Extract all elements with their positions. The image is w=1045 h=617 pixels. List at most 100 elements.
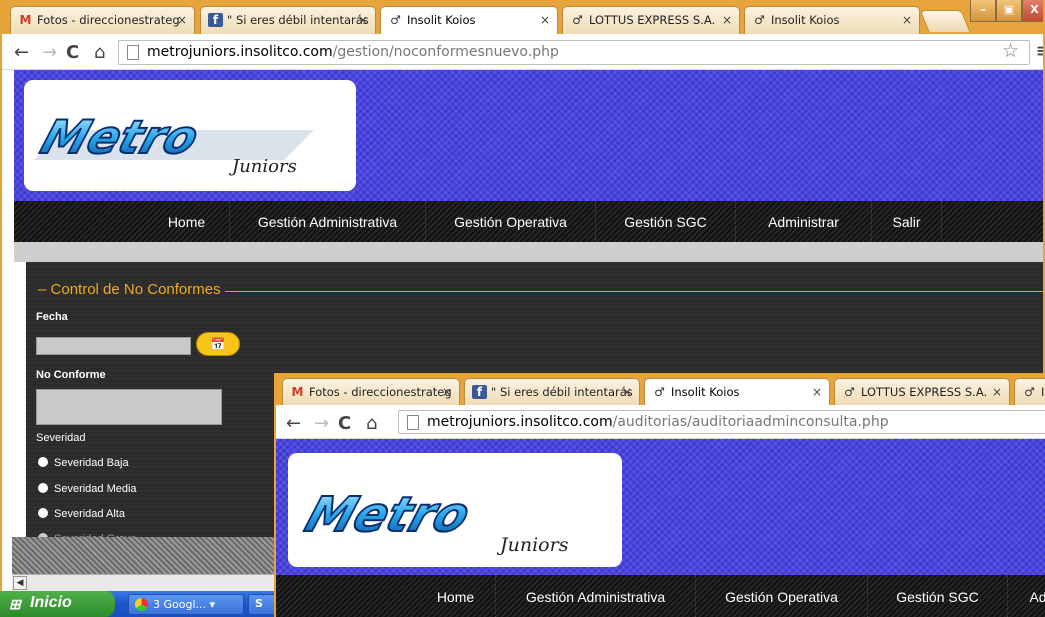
radio-severidad-baja[interactable]: Severidad Baja <box>38 457 129 469</box>
maximize-button[interactable]: ▣ <box>996 0 1022 22</box>
tab-insolit-koios-2[interactable]: ♂ Insolit Koios × <box>744 6 920 34</box>
radio-label: Severidad Alta <box>54 508 125 520</box>
back-arrow-icon[interactable]: ← <box>286 413 301 434</box>
no-conforme-label: No Conforme <box>36 369 106 381</box>
url-path: /auditorias/auditoriaadminconsulta.php <box>612 414 889 430</box>
tab-lottus-express[interactable]: ♂ LOTTUS EXPRESS S.A. × <box>834 378 1010 405</box>
tab-label: Fotos - direccionestrateg <box>309 385 452 399</box>
close-icon[interactable]: × <box>812 385 822 399</box>
nav-gestion-operativa[interactable]: Gestión Operativa <box>426 201 596 242</box>
close-icon[interactable]: × <box>722 13 732 27</box>
chrome-icon <box>135 598 148 611</box>
desktop-background <box>12 537 274 574</box>
windows-taskbar: ⊞ Inicio 3 Googl... ▾ S <box>0 591 278 617</box>
no-conforme-textarea[interactable] <box>36 389 222 425</box>
spacer-band <box>14 242 1043 262</box>
radio-icon <box>38 508 48 518</box>
reload-icon[interactable]: C <box>338 413 351 434</box>
tab-label: LOTTUS EXPRESS S.A. <box>589 13 716 27</box>
nav-gestion-administrativa[interactable]: Gestión Administrativa <box>496 575 696 617</box>
taskbar-chrome-group[interactable]: 3 Googl... ▾ <box>128 594 244 615</box>
reload-icon[interactable]: C <box>66 42 79 63</box>
header-banner: Metro Juniors <box>14 70 1043 201</box>
forward-arrow-icon[interactable]: → <box>42 42 57 63</box>
home-icon[interactable]: ⌂ <box>94 42 105 63</box>
new-tab-button[interactable] <box>919 10 971 32</box>
page-icon <box>127 45 139 60</box>
facebook-icon: f <box>472 385 487 399</box>
tab-label: Fotos - direccionestrateg <box>37 13 180 27</box>
tab-facebook[interactable]: f " Si eres débil intentarás × <box>464 378 640 405</box>
url-host: metrojuniors.insolitco.com <box>147 44 333 60</box>
tab-gmail[interactable]: M Fotos - direccionestrateg × <box>10 6 195 34</box>
close-icon[interactable]: × <box>902 13 912 27</box>
form-legend: – Control de No Conformes <box>34 281 225 298</box>
tab-label: " Si eres débil intentarás <box>491 385 633 399</box>
nav-home[interactable]: Home <box>416 575 496 617</box>
fecha-label: Fecha <box>36 311 68 323</box>
nav-gestion-operativa[interactable]: Gestión Operativa <box>696 575 868 617</box>
tab-label: " Si eres débil intentarás <box>227 13 369 27</box>
logo-subtitle: Juniors <box>496 534 569 556</box>
insolit-icon: ♂ <box>1024 385 1035 399</box>
nav-gestion-sgc[interactable]: Gestión SGC <box>596 201 736 242</box>
nav-salir[interactable]: Salir <box>872 201 942 242</box>
start-button[interactable]: ⊞ Inicio <box>0 591 115 617</box>
calendar-button[interactable]: 📅 <box>196 332 240 356</box>
tab-strip: M Fotos - direccionestrateg × f " Si ere… <box>276 375 1045 405</box>
horizontal-scrollbar[interactable]: ◀ <box>12 574 274 591</box>
close-icon[interactable]: × <box>442 385 452 399</box>
tab-label: Insolit Koios <box>771 13 840 27</box>
tab-label: LOTTUS EXPRESS S.A. <box>861 385 988 399</box>
radio-severidad-alta[interactable]: Severidad Alta <box>38 508 125 520</box>
radio-label: Severidad Baja <box>54 457 129 469</box>
close-icon[interactable]: × <box>992 385 1002 399</box>
back-arrow-icon[interactable]: ← <box>14 42 29 63</box>
nav-administrar[interactable]: Administrar <box>736 201 872 242</box>
gmail-icon: M <box>291 385 304 399</box>
tab-insolit-koios-2[interactable]: ♂ In <box>1014 378 1045 405</box>
bookmark-star-icon[interactable]: ☆ <box>1002 40 1019 62</box>
metro-juniors-logo[interactable]: Metro Juniors <box>24 80 356 191</box>
url-bar[interactable]: metrojuniors.insolitco.com/gestion/nocon… <box>118 40 1030 65</box>
tab-lottus-express[interactable]: ♂ LOTTUS EXPRESS S.A. × <box>562 6 740 34</box>
close-icon[interactable]: × <box>358 13 368 27</box>
nav-gestion-administrativa[interactable]: Gestión Administrativa <box>230 201 426 242</box>
close-icon[interactable]: × <box>540 13 550 27</box>
tab-gmail[interactable]: M Fotos - direccionestrateg × <box>282 378 460 405</box>
address-toolbar: ← → C ⌂ metrojuniors.insolitco.com/audit… <box>276 405 1045 439</box>
close-icon[interactable]: × <box>622 385 632 399</box>
close-window-button[interactable]: X <box>1022 0 1043 22</box>
radio-icon <box>38 457 48 467</box>
insolit-icon: ♂ <box>390 13 401 27</box>
menu-icon[interactable]: ≡ <box>1036 41 1043 60</box>
nav-administrar[interactable]: Ad <box>1008 575 1045 617</box>
logo-wordmark: Metro <box>299 486 477 543</box>
tab-label: Insolit Koios <box>407 13 476 27</box>
skype-icon: S <box>255 597 263 610</box>
calendar-icon: 📅 <box>210 337 226 351</box>
header-banner: Metro Juniors <box>276 439 1045 575</box>
tab-insolit-koios[interactable]: ♂ Insolit Koios × <box>380 6 558 34</box>
insolit-icon: ♂ <box>572 13 583 27</box>
facebook-icon: f <box>208 13 223 27</box>
fecha-input[interactable] <box>36 337 191 355</box>
close-icon[interactable]: × <box>177 13 187 27</box>
metro-juniors-logo[interactable]: Metro Juniors <box>288 453 622 567</box>
nav-home[interactable]: Home <box>144 201 230 242</box>
url-path: /gestion/noconformesnuevo.php <box>332 44 559 60</box>
main-nav: Home Gestión Administrativa Gestión Oper… <box>276 575 1045 617</box>
forward-arrow-icon[interactable]: → <box>314 413 329 434</box>
url-bar[interactable]: metrojuniors.insolitco.com/auditorias/au… <box>398 410 1045 434</box>
home-icon[interactable]: ⌂ <box>366 413 377 434</box>
main-nav: Home Gestión Administrativa Gestión Oper… <box>14 201 1043 242</box>
insolit-icon: ♂ <box>654 385 665 399</box>
radio-label: Severidad Media <box>54 483 137 495</box>
nav-gestion-sgc[interactable]: Gestión SGC <box>868 575 1008 617</box>
minimize-button[interactable]: – <box>970 0 996 22</box>
tab-facebook[interactable]: f " Si eres débil intentarás × <box>200 6 376 34</box>
tab-insolit-koios[interactable]: ♂ Insolit Koios × <box>644 378 830 405</box>
scroll-left-icon[interactable]: ◀ <box>13 576 27 590</box>
taskbar-label: 3 Googl... <box>153 598 207 611</box>
radio-severidad-media[interactable]: Severidad Media <box>38 483 137 495</box>
